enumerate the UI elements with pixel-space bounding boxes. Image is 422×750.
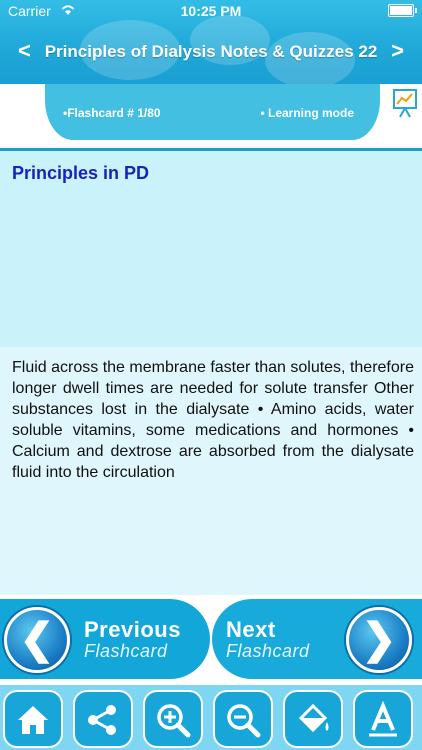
next-label: Next bbox=[226, 617, 276, 642]
previous-flashcard-button[interactable]: ❮ Previous Flashcard bbox=[0, 599, 210, 679]
bottom-toolbar bbox=[0, 685, 422, 750]
zoom-in-button[interactable] bbox=[143, 690, 203, 748]
home-icon bbox=[18, 706, 48, 734]
font-icon bbox=[369, 700, 397, 737]
home-button[interactable] bbox=[3, 690, 63, 748]
question-text: Principles in PD bbox=[12, 163, 150, 183]
info-bar: •Flashcard # 1/80 • Learning mode bbox=[0, 84, 422, 148]
next-flashcard-button[interactable]: Next Flashcard ❯ bbox=[212, 599, 422, 679]
chevron-left-icon: ❮ bbox=[19, 615, 55, 662]
mode-label: • Learning mode bbox=[260, 106, 354, 120]
back-button[interactable]: < bbox=[18, 38, 31, 64]
flashcard-counter: •Flashcard # 1/80 bbox=[63, 106, 161, 120]
share-button[interactable] bbox=[73, 690, 133, 748]
forward-button[interactable]: > bbox=[391, 38, 404, 64]
next-sublabel: Flashcard bbox=[226, 641, 310, 661]
navigation-bar: Carrier 10:25 PM < Principles of Dialysi… bbox=[0, 0, 422, 84]
zoom-in-icon bbox=[157, 704, 191, 738]
font-button[interactable] bbox=[353, 690, 413, 748]
share-icon bbox=[88, 705, 116, 735]
next-circle: ❯ bbox=[346, 607, 412, 673]
battery-icon bbox=[388, 4, 417, 17]
previous-circle: ❮ bbox=[4, 607, 70, 673]
answer-text: Fluid across the membrane faster than so… bbox=[12, 359, 414, 481]
previous-label: Previous bbox=[84, 617, 181, 642]
zoom-out-button[interactable] bbox=[213, 690, 273, 748]
answer-area: Fluid across the membrane faster than so… bbox=[0, 347, 422, 595]
zoom-out-icon bbox=[227, 704, 261, 738]
info-pill: •Flashcard # 1/80 • Learning mode bbox=[45, 84, 380, 140]
flashcard-navigation: ❮ Previous Flashcard Next Flashcard ❯ bbox=[0, 595, 422, 685]
question-area: Principles in PD bbox=[0, 148, 422, 350]
status-time: 10:25 PM bbox=[180, 3, 242, 19]
page-title: Principles of Dialysis Notes & Quizzes 2… bbox=[44, 42, 378, 61]
theme-button[interactable] bbox=[283, 690, 343, 748]
paint-bucket-icon bbox=[298, 703, 329, 733]
status-bar: Carrier 10:25 PM bbox=[0, 0, 422, 22]
chevron-right-icon: ❯ bbox=[361, 615, 397, 662]
previous-sublabel: Flashcard bbox=[84, 641, 168, 661]
presentation-board-icon bbox=[393, 89, 417, 118]
